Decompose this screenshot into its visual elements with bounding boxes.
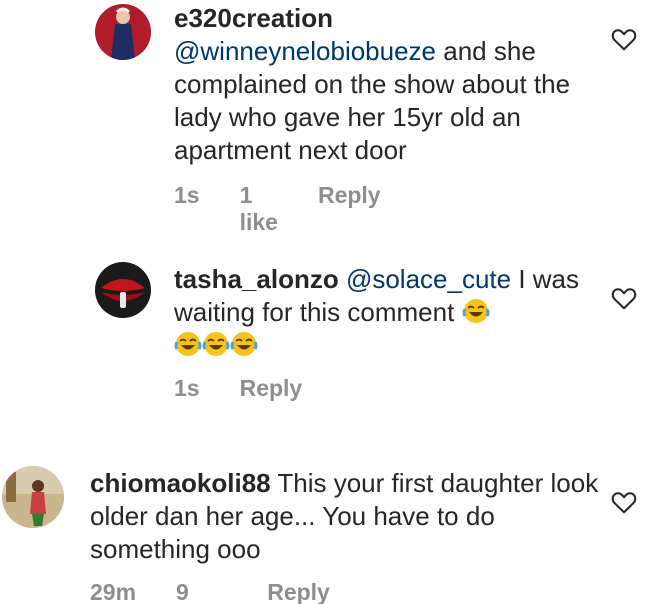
- reply-button[interactable]: Reply: [240, 375, 303, 402]
- like-count[interactable]: 9 likes: [176, 579, 227, 604]
- face-with-tears-of-joy-icon: [202, 330, 230, 358]
- reply-button[interactable]: Reply: [318, 182, 381, 236]
- username[interactable]: e320creation: [174, 2, 584, 35]
- avatar-tasha_alonzo[interactable]: [95, 262, 151, 318]
- timestamp: 1s: [174, 182, 200, 208]
- like-count[interactable]: 1 like: [240, 182, 278, 236]
- mention-link[interactable]: @solace_cute: [346, 264, 511, 294]
- avatar-image: [2, 466, 64, 528]
- username[interactable]: tasha_alonzo: [174, 264, 339, 294]
- heart-icon[interactable]: [611, 286, 637, 310]
- mention-link[interactable]: @winneynelobiobueze: [174, 36, 436, 66]
- face-with-tears-of-joy-icon: [462, 297, 490, 325]
- comment-body: e320creation @winneynelobiobueze and she…: [174, 2, 584, 167]
- comment-meta: 29m 9 likes Reply: [90, 579, 370, 604]
- avatar-e320creation[interactable]: [95, 4, 151, 60]
- heart-icon[interactable]: [611, 490, 637, 514]
- avatar-image: [95, 4, 151, 60]
- comment-meta: 1s 1 like Reply: [174, 182, 421, 236]
- face-with-tears-of-joy-icon: [174, 330, 202, 358]
- reply-button[interactable]: Reply: [267, 579, 330, 604]
- username[interactable]: chiomaokoli88: [90, 468, 271, 498]
- avatar-chiomaokoli88[interactable]: [2, 466, 64, 528]
- face-with-tears-of-joy-icon: [230, 330, 258, 358]
- timestamp: 29m: [90, 579, 137, 604]
- timestamp: 1s: [174, 375, 200, 401]
- comment-meta: 1s Reply: [174, 375, 342, 402]
- comment-body: chiomaokoli88 This your first daughter l…: [90, 467, 600, 566]
- avatar-image: [95, 262, 151, 318]
- heart-icon[interactable]: [611, 27, 637, 51]
- comment-body: tasha_alonzo @solace_cute I was waiting …: [174, 263, 594, 362]
